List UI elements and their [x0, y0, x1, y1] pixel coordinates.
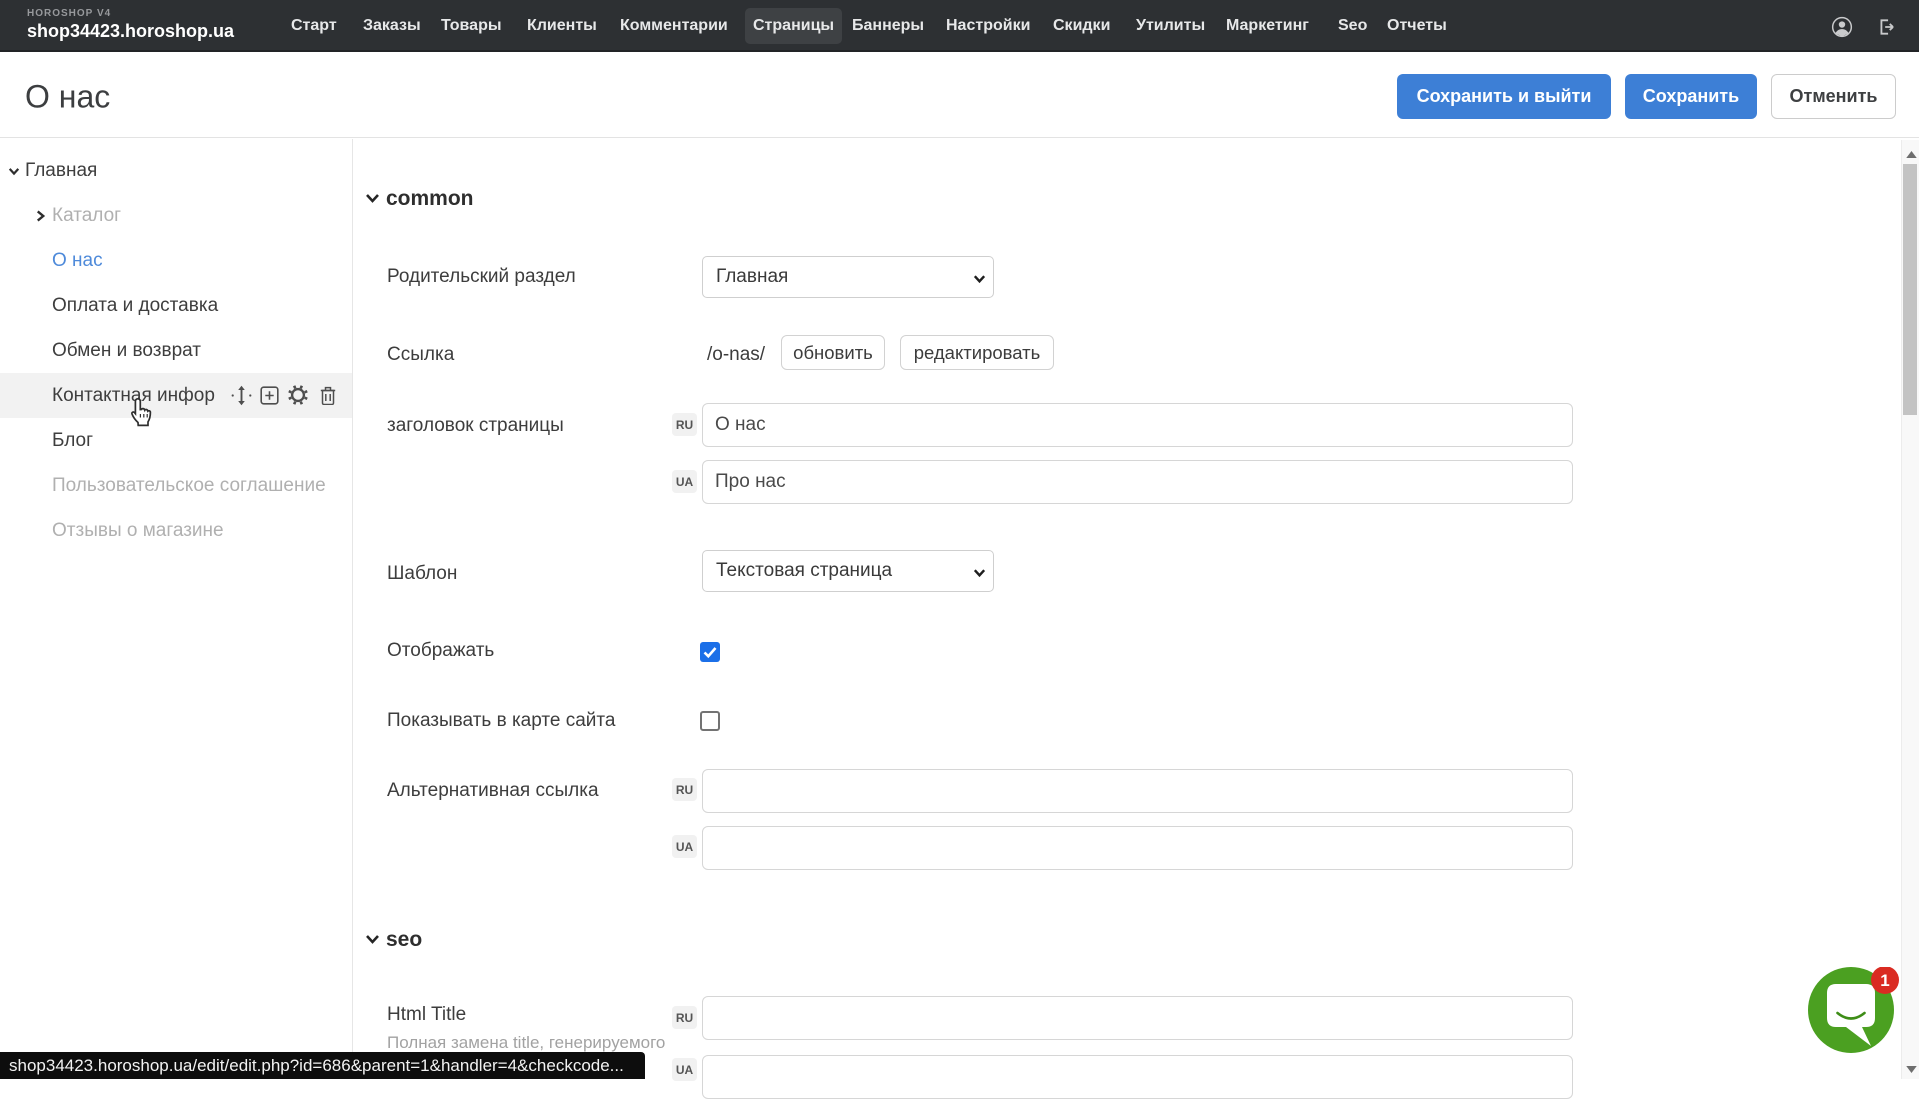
svg-text:1: 1 [1880, 971, 1889, 990]
